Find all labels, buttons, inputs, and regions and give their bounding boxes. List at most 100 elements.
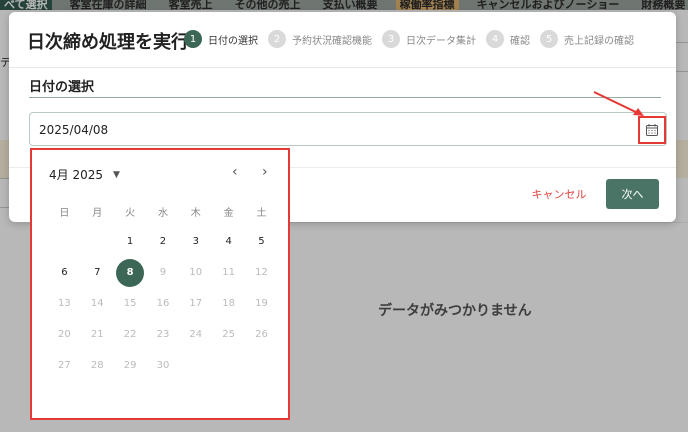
day-number: 15 <box>123 298 137 309</box>
day-number: 1 <box>126 236 134 247</box>
dialog-title: 日次締め処理を実行 <box>27 32 189 53</box>
day-cell[interactable]: 2 <box>147 226 180 257</box>
next-button[interactable]: 次へ <box>606 179 659 209</box>
step-3: 3 日次データ集計 <box>382 30 476 48</box>
cancel-button[interactable]: キャンセル <box>519 180 599 208</box>
day-cell-selected[interactable]: 8 <box>114 257 147 288</box>
day-number: 7 <box>94 267 101 278</box>
day-number: 5 <box>258 236 265 247</box>
day-cell[interactable]: 3 <box>179 226 212 257</box>
chevron-right-icon[interactable]: › <box>262 164 268 180</box>
date-picker-popup: 4月 2025 ▼ ‹ › 日月火水木金土 1 2 3 4 5 6 7 8 9 10 11 12 13 1… <box>30 148 290 420</box>
day-cell: 24 <box>179 319 212 350</box>
step-number: 1 <box>184 30 202 48</box>
caret-down-icon: ▼ <box>113 169 120 180</box>
day-cell: 9 <box>147 257 180 288</box>
day-number: 27 <box>58 360 71 371</box>
step-label: 確認 <box>510 35 530 47</box>
step-number: 4 <box>486 30 504 48</box>
chevron-left-icon[interactable]: ‹ <box>232 164 238 180</box>
day-cell: 20 <box>48 319 81 350</box>
weekday-label: 月 <box>92 208 103 219</box>
step-label: 売上記録の確認 <box>564 35 634 47</box>
day-cell-empty <box>48 226 81 257</box>
day-cell: 10 <box>179 257 212 288</box>
step-number: 5 <box>540 30 558 48</box>
day-cell: 29 <box>114 350 147 381</box>
section-title: 日付の選択 <box>29 80 95 95</box>
day-cell[interactable]: 1 <box>114 226 147 257</box>
day-cell: 22 <box>114 319 147 350</box>
weekday-label: 水 <box>157 208 168 219</box>
day-cell: 21 <box>81 319 114 350</box>
day-number: 4 <box>225 236 232 247</box>
day-number: 25 <box>222 329 235 340</box>
dialog-header: 日次締め処理を実行 1 日付の選択 2 予約状況確認機能 3 日次データ集計 4 確認 5 売上記… <box>9 12 676 68</box>
day-number: 9 <box>159 267 167 278</box>
weekday-label: 土 <box>256 208 267 219</box>
day-cell[interactable]: 6 <box>48 257 81 288</box>
annotation-arrow-icon <box>593 91 644 116</box>
day-number: 26 <box>255 329 268 340</box>
day-number: 19 <box>255 298 268 309</box>
day-number: 13 <box>58 298 71 309</box>
day-number: 8 <box>116 258 145 287</box>
step-number: 2 <box>268 30 286 48</box>
weekday-label: 火 <box>125 208 136 219</box>
step-number: 3 <box>382 30 400 48</box>
day-cell: 28 <box>81 350 114 381</box>
day-number: 18 <box>222 298 235 309</box>
day-cell[interactable]: 5 <box>245 226 278 257</box>
day-cell: 18 <box>212 288 245 319</box>
day-cell: 25 <box>212 319 245 350</box>
step-2: 2 予約状況確認機能 <box>268 30 372 48</box>
day-number: 12 <box>255 267 268 278</box>
day-cell: 13 <box>48 288 81 319</box>
day-number: 21 <box>90 329 104 340</box>
calendar-button[interactable] <box>638 116 666 144</box>
step-label: 日次データ集計 <box>406 35 476 47</box>
day-number: 29 <box>123 360 137 371</box>
day-cell: 27 <box>48 350 81 381</box>
day-cell[interactable]: 7 <box>81 257 114 288</box>
month-year-label: 4月 2025 <box>49 168 103 182</box>
weekday-label: 金 <box>223 208 234 219</box>
date-input[interactable]: 2025/04/08 <box>29 112 667 146</box>
day-number: 30 <box>156 360 170 371</box>
day-cell: 17 <box>179 288 212 319</box>
step-label: 日付の選択 <box>208 35 258 47</box>
day-number: 17 <box>189 298 203 309</box>
day-number: 24 <box>189 329 203 340</box>
day-number: 10 <box>189 267 203 278</box>
day-number: 6 <box>61 267 68 278</box>
day-cell: 11 <box>212 257 245 288</box>
day-number: 3 <box>192 236 199 247</box>
section-divider <box>29 97 661 98</box>
weekday-label: 日 <box>59 208 70 219</box>
day-cell: 16 <box>147 288 180 319</box>
day-number: 28 <box>90 360 104 371</box>
day-number: 23 <box>156 329 170 340</box>
day-number: 2 <box>159 236 167 247</box>
day-cell: 12 <box>245 257 278 288</box>
month-year-selector[interactable]: 4月 2025 ▼ <box>49 166 120 183</box>
day-number: 20 <box>58 329 71 340</box>
calendar-icon <box>646 124 658 136</box>
day-number: 16 <box>156 298 170 309</box>
weekday-header: 日月火水木金土 <box>48 204 278 219</box>
day-cell: 15 <box>114 288 147 319</box>
day-cell-empty <box>81 226 114 257</box>
day-grid: 1 2 3 4 5 6 7 8 9 10 11 12 13 14 15 16 17 18 19 20 21 22 23 24 2… <box>48 226 278 381</box>
step-4: 4 確認 <box>486 30 530 48</box>
step-label: 予約状況確認機能 <box>292 35 372 47</box>
day-cell: 14 <box>81 288 114 319</box>
day-cell: 19 <box>245 288 278 319</box>
day-cell: 23 <box>147 319 180 350</box>
day-number: 14 <box>90 298 104 309</box>
day-cell: 30 <box>147 350 180 381</box>
day-cell[interactable]: 4 <box>212 226 245 257</box>
step-5: 5 売上記録の確認 <box>540 30 634 48</box>
day-cell: 26 <box>245 319 278 350</box>
day-number: 22 <box>123 329 137 340</box>
weekday-label: 木 <box>190 208 201 219</box>
